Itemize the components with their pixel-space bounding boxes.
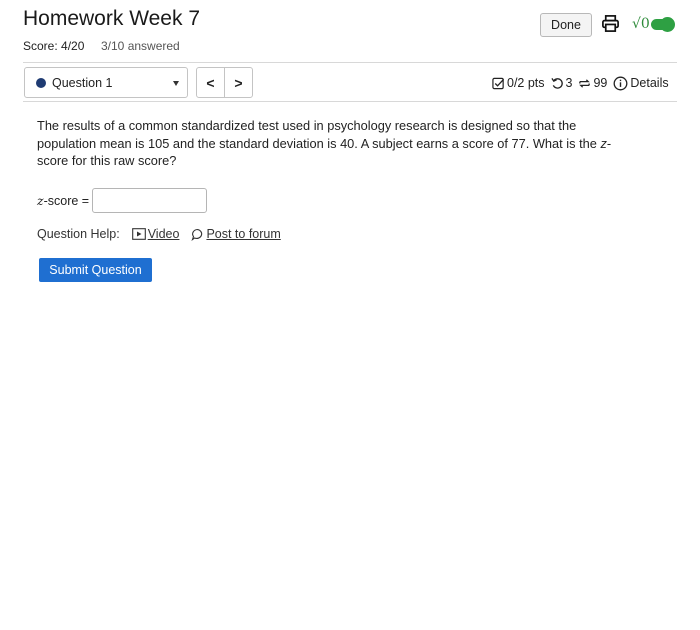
question-meta: 0/2 pts 3 99 Details	[492, 72, 669, 94]
undo-icon	[550, 77, 563, 89]
math-input-toggle[interactable]: √0	[632, 13, 675, 35]
toggle-knob	[659, 16, 675, 32]
divider	[23, 62, 677, 63]
speech-bubble-icon	[191, 228, 203, 241]
done-button[interactable]: Done	[540, 13, 592, 37]
question-help: Question Help: Video Post to forum	[37, 227, 281, 241]
question-status-dot	[36, 77, 46, 88]
points-text: 0/2 pts	[507, 76, 545, 90]
video-link-label: Video	[147, 227, 180, 241]
retries-text: 99	[593, 76, 608, 90]
attempts-text: 3	[565, 76, 573, 90]
checkbox-check-icon	[492, 77, 505, 89]
z-variable: z	[37, 193, 44, 208]
answered-text: 3/10 answered	[101, 39, 180, 53]
details-link[interactable]: Details	[630, 76, 668, 90]
score-text: Score: 4/20	[23, 39, 85, 53]
submit-question-button[interactable]: Submit Question	[39, 258, 152, 282]
sqrt-icon: √0	[632, 16, 650, 32]
question-select[interactable]: Question 1	[24, 67, 188, 98]
question-select-label: Question 1	[52, 75, 113, 90]
print-icon[interactable]	[601, 14, 620, 33]
prev-question-button[interactable]: <	[197, 68, 224, 97]
forum-link-label: Post to forum	[206, 227, 281, 241]
video-link[interactable]: Video	[131, 227, 180, 241]
answer-row: z-score =	[37, 188, 208, 213]
question-help-label: Question Help:	[37, 227, 120, 241]
question-text: The results of a common standardized tes…	[37, 117, 637, 170]
divider	[23, 101, 677, 102]
answer-label: z-score =	[37, 193, 89, 208]
video-icon	[131, 228, 146, 240]
toggle-switch[interactable]	[650, 16, 675, 32]
question-body: The results of a common standardized tes…	[37, 118, 597, 151]
page-title: Homework Week 7	[23, 7, 201, 30]
caret-down-icon	[173, 81, 179, 86]
retry-icon	[579, 78, 591, 88]
next-question-button[interactable]: >	[224, 68, 252, 97]
question-nav: < >	[196, 67, 253, 98]
z-score-input[interactable]	[92, 188, 208, 213]
answer-label-text: -score =	[43, 194, 90, 208]
info-icon[interactable]	[613, 76, 628, 91]
forum-link[interactable]: Post to forum	[191, 227, 281, 241]
